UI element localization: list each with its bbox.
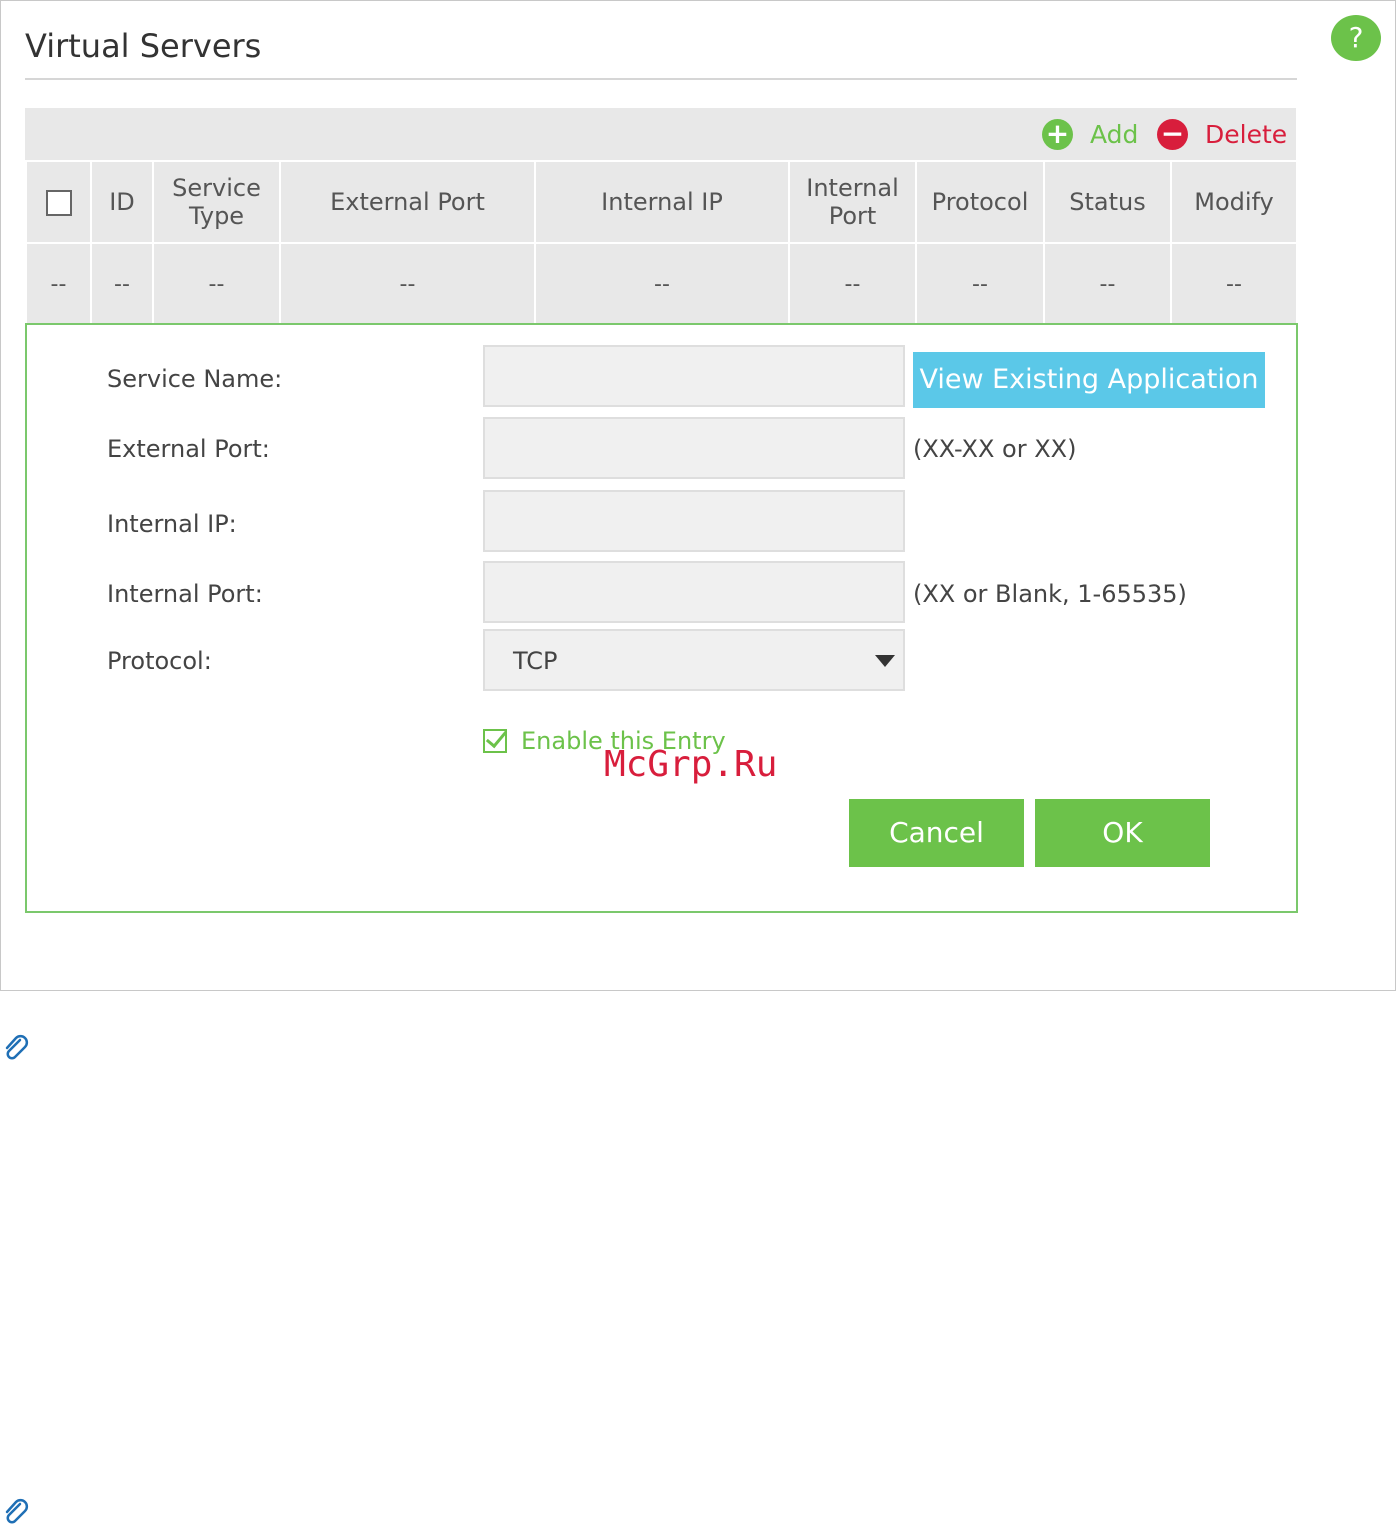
table-cell: -- <box>279 242 536 326</box>
table-cell: -- <box>152 242 281 326</box>
select-all-checkbox[interactable] <box>45 190 72 216</box>
virtual-servers-panel: Virtual Servers ? + Add − Delete ID Serv… <box>0 0 1396 991</box>
internal-ip-label: Internal IP: <box>107 510 237 538</box>
add-label: Add <box>1090 119 1139 149</box>
protocol-selected-value: TCP <box>513 647 558 675</box>
service-name-label: Service Name: <box>107 365 283 393</box>
table-cell: -- <box>1043 242 1172 326</box>
column-header-external-port: External Port <box>279 160 536 244</box>
internal-port-label: Internal Port: <box>107 580 263 608</box>
table-cell: -- <box>1170 242 1298 326</box>
column-header-service-type: Service Type <box>152 160 281 244</box>
help-icon[interactable]: ? <box>1331 15 1381 61</box>
paperclip-icon <box>5 1498 29 1524</box>
column-header-internal-ip: Internal IP <box>534 160 790 244</box>
delete-label: Delete <box>1205 119 1288 149</box>
external-port-input[interactable] <box>483 417 905 479</box>
table-row: -- -- -- -- -- -- -- -- -- <box>25 242 1298 326</box>
table-cell: -- <box>788 242 917 326</box>
watermark: McGrp.Ru <box>604 744 778 785</box>
table-cell: -- <box>25 242 92 326</box>
cancel-button[interactable]: Cancel <box>849 799 1024 867</box>
ok-button[interactable]: OK <box>1035 799 1210 867</box>
page-title: Virtual Servers <box>25 27 262 65</box>
view-existing-application-button[interactable]: View Existing Application <box>913 352 1265 408</box>
column-header-protocol: Protocol <box>915 160 1045 244</box>
virtual-servers-table: ID Service Type External Port Internal I… <box>25 160 1298 326</box>
add-button[interactable]: + Add <box>1042 108 1138 160</box>
protocol-label: Protocol: <box>107 647 212 675</box>
table-cell: -- <box>90 242 154 326</box>
select-all-header <box>25 160 92 244</box>
column-header-status: Status <box>1043 160 1172 244</box>
checkbox-checked-icon <box>483 729 507 753</box>
table-cell: -- <box>534 242 790 326</box>
internal-port-input[interactable] <box>483 561 905 623</box>
external-port-label: External Port: <box>107 435 270 463</box>
column-header-internal-port: Internal Port <box>788 160 917 244</box>
chevron-down-icon <box>875 655 895 667</box>
column-header-id: ID <box>90 160 154 244</box>
table-cell: -- <box>915 242 1045 326</box>
service-name-input[interactable] <box>483 345 905 407</box>
minus-circle-icon: − <box>1157 118 1188 150</box>
delete-button[interactable]: − Delete <box>1157 108 1287 160</box>
table-header-row: ID Service Type External Port Internal I… <box>25 160 1298 244</box>
paperclip-icon <box>5 1034 29 1060</box>
protocol-select[interactable]: TCP <box>483 629 905 691</box>
plus-circle-icon: + <box>1042 118 1073 150</box>
table-toolbar: + Add − Delete <box>25 108 1296 160</box>
internal-ip-input[interactable] <box>483 490 905 552</box>
title-divider <box>25 78 1297 80</box>
internal-port-hint: (XX or Blank, 1-65535) <box>913 580 1187 608</box>
external-port-hint: (XX-XX or XX) <box>913 435 1077 463</box>
add-entry-form: Service Name: View Existing Application … <box>25 323 1298 913</box>
column-header-modify: Modify <box>1170 160 1298 244</box>
